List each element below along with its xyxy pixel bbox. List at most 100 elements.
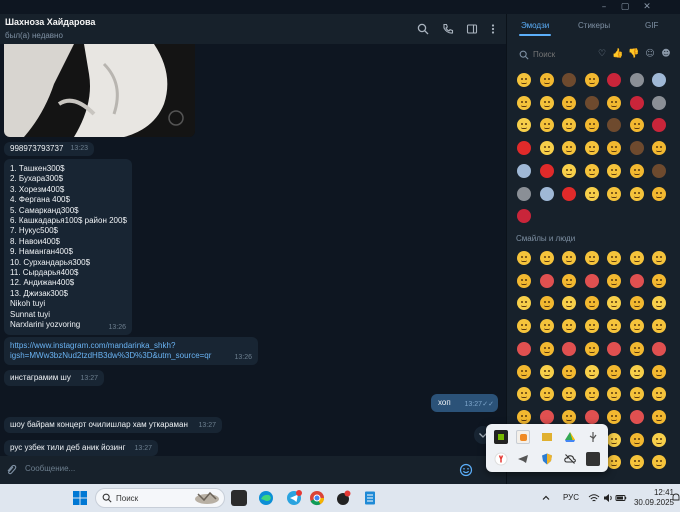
emoji-item[interactable] [607,432,621,447]
monitor-tray-icon[interactable] [586,452,600,466]
emoji-item[interactable] [562,387,576,402]
emoji-item[interactable] [562,296,576,311]
message-bubble[interactable]: https://www.instagram.com/mandarinka_shk… [4,337,258,365]
emoji-item[interactable] [539,409,554,424]
emoji-item[interactable] [629,409,644,424]
emoji-item[interactable] [629,455,644,470]
emoji-search-input[interactable] [533,50,593,59]
emoji-item[interactable] [607,95,621,110]
emoji-item[interactable] [652,409,666,424]
chrome-icon[interactable] [309,490,325,506]
emoji-item[interactable] [652,432,666,447]
emoji-item[interactable] [652,296,666,311]
emoji-item[interactable] [584,341,599,356]
message-bubble[interactable]: шоу байрам концерт очилишлар хам уткарам… [4,417,222,433]
emoji-item[interactable] [539,73,554,87]
emoji-item[interactable] [584,95,599,110]
windows-start-icon[interactable] [72,490,88,506]
emoji-item[interactable] [607,455,621,470]
message-list[interactable]: 998973793737 13:23 1. Ташкен300$ 2. Буха… [0,44,506,456]
shield-tray-icon[interactable] [540,452,554,466]
phone-icon[interactable] [441,23,455,37]
emoji-item[interactable] [607,319,621,334]
thumbs-down-category-icon[interactable]: 👎 [628,48,640,60]
emoji-item[interactable] [517,141,531,156]
emoji-item[interactable] [607,251,621,265]
emoji-item[interactable] [584,409,599,424]
volume-icon[interactable] [602,492,614,504]
maximize-icon[interactable]: ▢ [616,1,634,13]
battery-icon[interactable] [615,492,627,504]
message-bubble[interactable]: инстаграмим шу 13:27 [4,370,104,386]
emoji-category-icon[interactable]: ☻ [660,48,672,60]
smile-category-icon[interactable]: ☺ [644,48,656,60]
emoji-item[interactable] [517,387,531,402]
emoji-item[interactable] [562,341,576,356]
chevron-up-icon[interactable] [540,492,552,504]
emoji-item[interactable] [517,296,531,311]
emoji-item[interactable] [539,251,554,265]
telegram-tray-icon[interactable] [516,452,530,466]
emoji-item[interactable] [562,163,576,178]
emoji-item[interactable] [517,95,531,110]
sidebar-toggle-icon[interactable] [465,23,479,37]
emoji-item[interactable] [652,341,666,356]
emoji-item[interactable] [562,73,576,87]
emoji-item[interactable] [584,141,599,156]
emoji-item[interactable] [517,341,531,356]
hand-pointer-tray-icon[interactable] [516,430,530,444]
emoji-item[interactable] [629,432,644,447]
emoji-item[interactable] [562,141,576,156]
emoji-item[interactable] [652,364,666,379]
emoji-item[interactable] [517,163,531,178]
emoji-item[interactable] [584,319,599,334]
emoji-item[interactable] [517,251,531,265]
emoji-item[interactable] [539,95,554,110]
emoji-item[interactable] [539,118,554,133]
clock[interactable]: 12:41 30.09.2025 [630,488,674,508]
emoji-item[interactable] [539,319,554,334]
emoji-item[interactable] [517,118,531,133]
emoji-item[interactable] [584,73,599,87]
emoji-item[interactable] [584,296,599,311]
emoji-item[interactable] [562,319,576,334]
emoji-item[interactable] [607,387,621,402]
google-drive-tray-icon[interactable] [563,430,577,444]
emoji-item[interactable] [652,273,666,288]
emoji-item[interactable] [629,95,644,110]
emoji-item[interactable] [562,118,576,133]
nvidia-tray-icon[interactable] [494,430,508,444]
emoji-item[interactable] [562,251,576,265]
input-language[interactable]: РУС [563,493,579,502]
paperclip-icon[interactable] [5,464,17,476]
emoji-item[interactable] [652,141,666,156]
emoji-toggle-icon[interactable] [459,463,473,477]
emoji-item[interactable] [652,163,666,178]
telegram-taskbar-icon[interactable] [286,490,302,506]
emoji-item[interactable] [607,73,621,87]
cloud-off-tray-icon[interactable] [563,452,577,466]
emoji-item[interactable] [517,186,531,201]
emoji-item[interactable] [629,163,644,178]
stack-tray-icon[interactable] [540,430,554,444]
emoji-item[interactable] [629,341,644,356]
emoji-item[interactable] [607,186,621,201]
emoji-item[interactable] [539,163,554,178]
emoji-item[interactable] [517,409,531,424]
emoji-item[interactable] [629,73,644,87]
emoji-item[interactable] [584,387,599,402]
emoji-item[interactable] [539,141,554,156]
yandex-tray-icon[interactable] [494,452,508,466]
emoji-item[interactable] [629,319,644,334]
emoji-item[interactable] [562,95,576,110]
emoji-item[interactable] [629,251,644,265]
tab-gif[interactable]: GIF [645,21,658,30]
message-bubble[interactable]: 1. Ташкен300$ 2. Бухара300$ 3. Хорезм400… [4,159,132,335]
search-icon[interactable] [416,23,430,37]
photo-message[interactable] [4,44,195,137]
emoji-item[interactable] [517,364,531,379]
message-link[interactable]: https://www.instagram.com/mandarinka_shk… [10,341,211,362]
emoji-item[interactable] [652,455,666,470]
emoji-item[interactable] [652,118,666,133]
taskbar-search-box[interactable]: Поиск [95,488,225,508]
